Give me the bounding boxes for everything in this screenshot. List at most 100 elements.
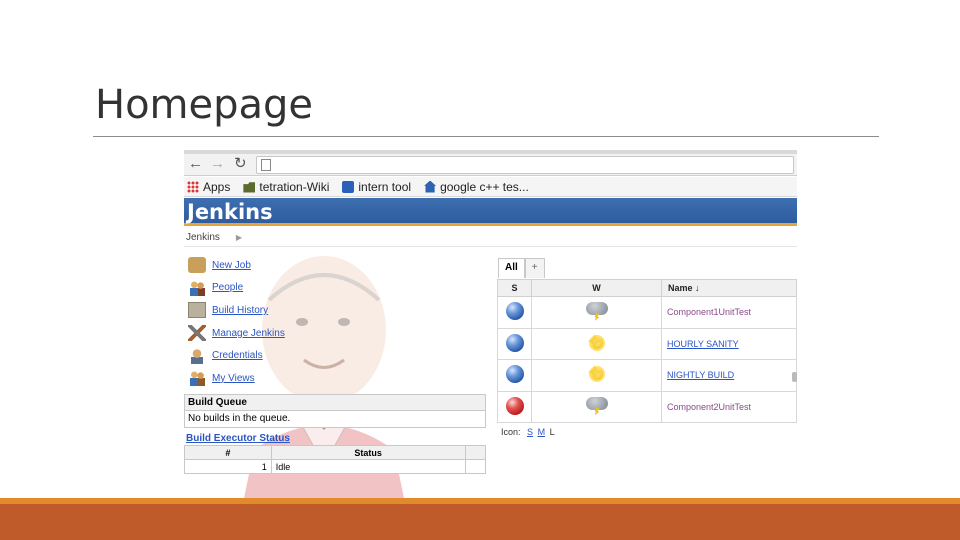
table-row: NIGHTLY BUILD	[497, 359, 797, 392]
breadcrumb-arrow-icon[interactable]: ▶	[236, 233, 242, 242]
job-name[interactable]: Component1UnitTest	[663, 307, 751, 317]
bookmark-label: intern tool	[358, 179, 412, 194]
build-executor-status-link[interactable]: Build Executor Status	[186, 433, 290, 444]
breadcrumb-jenkins[interactable]: Jenkins	[186, 232, 220, 243]
build-queue-message: No builds in the queue.	[185, 411, 485, 427]
forward-arrow-icon[interactable]: →	[210, 155, 225, 173]
icon-size-small[interactable]: S	[527, 427, 533, 437]
wrench-screwdriver-icon	[188, 325, 206, 342]
table-row: Component1UnitTest	[497, 296, 797, 329]
back-arrow-icon[interactable]: ←	[188, 155, 203, 173]
weather-cell	[531, 390, 662, 423]
executor-col-status: Status	[270, 445, 466, 460]
footer-bar	[0, 504, 960, 540]
tab-all[interactable]: All	[498, 258, 525, 278]
col-name[interactable]: Name ↓	[661, 279, 797, 297]
bookmark-label: google c++ tes...	[440, 179, 529, 194]
job-name[interactable]: HOURLY SANITY	[663, 339, 739, 349]
job-name[interactable]: NIGHTLY BUILD	[663, 370, 734, 380]
reload-icon[interactable]: ↻	[234, 155, 247, 173]
my-views-icon	[188, 370, 206, 387]
bookmark-label: tetration-Wiki	[259, 179, 330, 194]
thunderstorm-icon	[585, 395, 609, 417]
build-queue-panel: Build Queue No builds in the queue.	[184, 394, 486, 428]
task-link[interactable]: Manage Jenkins	[212, 328, 285, 339]
col-status[interactable]: S	[497, 279, 532, 297]
name-cell: Component1UnitTest	[661, 296, 797, 329]
executor-table: # Status 1 Idle	[184, 445, 487, 474]
bookmark-tetration-wiki[interactable]: tetration-Wiki	[243, 180, 329, 194]
task-manage-jenkins[interactable]: Manage Jenkins	[188, 322, 368, 345]
job-header-row: S W Name ↓	[497, 279, 797, 297]
job-list-table: S W Name ↓ Component1UnitTest HOURLY SAN…	[497, 279, 797, 423]
view-tabs: All +	[498, 258, 545, 278]
blue-ball-icon	[505, 333, 524, 352]
task-people[interactable]: People	[188, 277, 368, 300]
add-view-tab[interactable]: +	[524, 258, 545, 278]
blue-ball-icon	[505, 365, 524, 384]
weather-cell	[531, 296, 662, 329]
house-icon	[424, 180, 437, 193]
jenkins-logo[interactable]: Jenkins	[187, 200, 273, 224]
name-cell: NIGHTLY BUILD	[661, 359, 797, 392]
status-cell	[497, 327, 532, 360]
blue-ball-icon	[505, 302, 524, 321]
task-link[interactable]: Build History	[212, 305, 268, 316]
bookmarks-bar: Apps tetration-Wiki intern tool google c…	[184, 177, 797, 197]
icon-size-legend: Icon: S M L	[501, 427, 555, 437]
task-credentials[interactable]: Credentials	[188, 344, 368, 367]
task-build-history[interactable]: Build History	[188, 299, 368, 322]
browser-nav-bar: ← → ↻	[184, 154, 797, 176]
title-divider	[93, 136, 879, 137]
executor-col-spacer	[464, 445, 487, 460]
table-row: HOURLY SANITY	[497, 327, 797, 360]
new-job-icon	[188, 257, 206, 274]
task-link[interactable]: Credentials	[212, 350, 263, 361]
executor-header-row: # Status	[184, 445, 487, 460]
breadcrumb: Jenkins ▶	[184, 229, 797, 247]
status-cell	[497, 359, 532, 392]
status-cell	[497, 296, 532, 329]
intern-tool-icon	[342, 180, 355, 193]
bookmark-apps[interactable]: Apps	[187, 180, 230, 194]
bookmark-google-cpp[interactable]: google c++ tes...	[424, 180, 529, 194]
jenkins-header: Jenkins	[184, 198, 797, 226]
icon-size-large[interactable]: L	[550, 427, 555, 437]
page-icon	[261, 159, 271, 171]
scrollbar-handle[interactable]	[792, 372, 797, 382]
executor-col-num: #	[184, 445, 272, 460]
task-my-views[interactable]: My Views	[188, 367, 368, 390]
jenkins-screenshot: ← → ↻ Apps tetration-Wiki intern tool go…	[184, 150, 797, 498]
job-name[interactable]: Component2UnitTest	[663, 402, 751, 412]
table-row: 1 Idle	[184, 459, 487, 474]
address-bar[interactable]	[256, 156, 794, 174]
task-link[interactable]: People	[212, 282, 243, 293]
executor-spacer	[464, 459, 487, 474]
icon-size-medium[interactable]: M	[538, 427, 546, 437]
col-weather[interactable]: W	[531, 279, 662, 297]
slide-title: Homepage	[95, 82, 314, 128]
thunderstorm-icon	[585, 300, 609, 322]
task-menu: New Job People Build History Manage Jenk…	[188, 254, 368, 390]
weather-cell	[531, 359, 662, 392]
weather-cell	[531, 327, 662, 360]
task-link[interactable]: My Views	[212, 373, 255, 384]
credentials-icon	[188, 347, 206, 364]
executor-num: 1	[184, 459, 272, 474]
build-history-icon	[188, 302, 206, 319]
icon-legend-label: Icon:	[501, 427, 521, 437]
people-icon	[188, 279, 206, 296]
bookmark-folder-icon	[243, 182, 256, 193]
bookmark-intern-tool[interactable]: intern tool	[342, 180, 411, 194]
red-ball-icon	[505, 396, 524, 415]
sunny-icon	[586, 329, 608, 355]
task-link[interactable]: New Job	[212, 260, 251, 271]
table-row: Component2UnitTest	[497, 390, 797, 423]
apps-grid-icon	[187, 180, 199, 193]
task-new-job[interactable]: New Job	[188, 254, 368, 277]
status-cell	[497, 390, 532, 423]
executor-status: Idle	[270, 459, 466, 474]
name-cell: Component2UnitTest	[661, 390, 797, 423]
sunny-icon	[586, 360, 608, 386]
build-queue-title[interactable]: Build Queue	[185, 395, 485, 411]
